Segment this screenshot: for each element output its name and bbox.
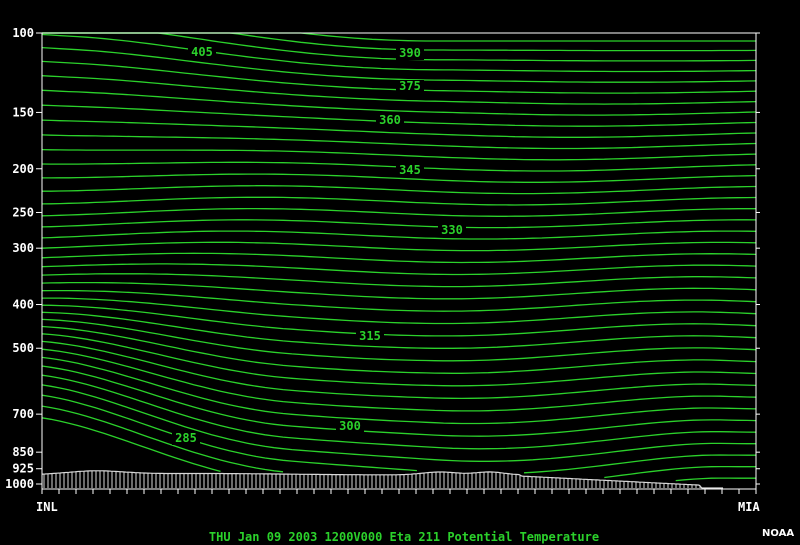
- contour-label: 375: [399, 79, 421, 93]
- isentrope-line: [41, 356, 757, 425]
- isentrope-line: [41, 252, 757, 264]
- isentrope-contours: [41, 32, 757, 482]
- contour-label: 405: [191, 45, 213, 59]
- isentrope-line: [41, 405, 756, 479]
- isentrope-line: [41, 89, 757, 116]
- isentrope-line: [41, 196, 757, 206]
- contour-label: 330: [441, 223, 463, 237]
- y-tick-label: 300: [12, 241, 34, 255]
- y-tick-label: 100: [12, 26, 34, 40]
- isentrope-line: [41, 318, 757, 362]
- x-end-label: MIA: [738, 500, 760, 514]
- y-tick-label: 925: [12, 462, 34, 476]
- contour-label: 360: [379, 113, 401, 127]
- isentrope-line: [41, 325, 757, 374]
- isentrope-line: [41, 134, 757, 150]
- y-tick-label: 700: [12, 407, 34, 421]
- contour-label: 315: [359, 329, 381, 343]
- contour-label: 345: [399, 163, 421, 177]
- isentrope-line: [41, 230, 757, 240]
- contour-label: 300: [339, 419, 361, 433]
- isentrope-line: [41, 207, 756, 217]
- chart-title: THU Jan 09 2003 1200V000 Eta 211 Potenti…: [209, 530, 599, 544]
- contour-label: 285: [175, 431, 197, 445]
- isentrope-line: [41, 263, 757, 276]
- y-tick-label: 150: [12, 105, 34, 119]
- y-tick-label: 200: [12, 162, 34, 176]
- isentrope-line: [41, 394, 756, 474]
- isentrope-line: [42, 32, 756, 42]
- isentrope-line: [42, 185, 757, 195]
- isentrope-line: [41, 340, 757, 400]
- y-tick-label: 850: [12, 445, 34, 459]
- isentrope-line: [41, 273, 757, 288]
- x-axis: INL MIA: [36, 489, 760, 514]
- y-axis: 100 150 200 250 300 400 500 700 850 9251000: [5, 26, 760, 491]
- contour-label: 390: [399, 46, 421, 60]
- x-start-label: INL: [36, 500, 58, 514]
- y-tick-label: 500: [12, 341, 34, 355]
- isentrope-line: [41, 219, 757, 229]
- isentrope-line: [41, 241, 757, 252]
- noaa-credit: NOAA: [762, 528, 794, 539]
- y-tick-label: 1000: [5, 477, 34, 491]
- isentrope-line: [41, 348, 757, 412]
- y-tick-label: 400: [12, 298, 34, 312]
- y-tick-label: 250: [12, 205, 34, 219]
- cross-section-chart: 405 390 375 360 345 330 315 300 285 100 150 200 250…: [5, 26, 794, 544]
- isentrope-line: [41, 289, 757, 312]
- isentrope-line: [41, 148, 757, 161]
- terrain-profile: [41, 470, 723, 489]
